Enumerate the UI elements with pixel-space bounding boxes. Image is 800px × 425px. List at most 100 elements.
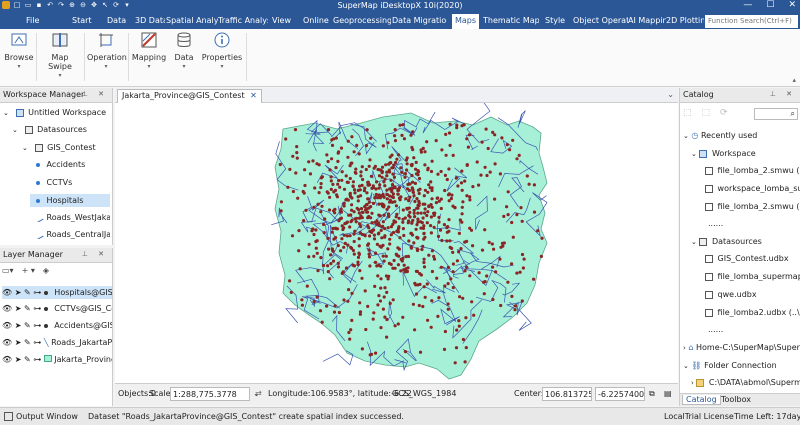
scale-input[interactable]: 1:288,775.3778: [170, 387, 250, 401]
tree-item-datasources-group[interactable]: ⌄ Datasources: [691, 237, 762, 246]
close-icon[interactable]: ✕: [788, 0, 796, 10]
collapse-icon[interactable]: ⌄: [683, 132, 689, 140]
layer-item-roads[interactable]: 👁 ➤ ✎ ⊶ ╲ Roads_JakartaProvince: [2, 338, 112, 347]
copy-icon[interactable]: ⧉: [649, 389, 655, 399]
new-layer-icon[interactable]: ▭▾: [2, 266, 14, 275]
tree-item-accidents[interactable]: Accidents: [36, 160, 85, 169]
editable-icon[interactable]: ✎: [24, 288, 31, 297]
collapse-icon[interactable]: ⌄: [691, 238, 697, 246]
catalog-file-item[interactable]: qwe.udbx: [705, 290, 800, 299]
ribbon-collapse-icon[interactable]: ▴: [792, 76, 796, 84]
visible-eye-icon[interactable]: 👁: [2, 338, 12, 347]
mapping-button[interactable]: Mapping ▾: [131, 31, 167, 70]
layer-item-province[interactable]: 👁 ➤ ✎ ⊶ Jakarta_Province: [2, 355, 112, 364]
snap-icon[interactable]: ⊶: [33, 321, 41, 330]
browse-button[interactable]: Browse ▾: [4, 31, 34, 70]
collapse-icon[interactable]: ⌄: [22, 144, 30, 152]
tree-item-workspace-group[interactable]: ⌄ Workspace: [691, 149, 756, 158]
editable-icon[interactable]: ✎: [24, 338, 31, 347]
tab-start[interactable]: Start: [72, 16, 92, 25]
layer-item-accidents[interactable]: 👁 ➤ ✎ ⊶ Accidents@GIS_Contest: [2, 321, 112, 330]
add-layer-icon[interactable]: + ▾: [22, 266, 35, 275]
operation-button[interactable]: Operation ▾: [87, 31, 127, 70]
editable-icon[interactable]: ✎: [24, 321, 31, 330]
catalog-search-input[interactable]: ⌕: [754, 108, 798, 120]
selectable-icon[interactable]: ➤: [15, 288, 22, 297]
paste-icon[interactable]: ▤: [664, 389, 672, 398]
snap-icon[interactable]: ⊶: [33, 304, 41, 313]
visible-eye-icon[interactable]: 👁: [2, 304, 12, 313]
tree-item-roads-central[interactable]: Roads_CentralJakarta: [34, 230, 110, 239]
map-swipe-button[interactable]: Map Swipe ▾: [39, 31, 81, 79]
selectable-icon[interactable]: ➤: [15, 355, 22, 364]
tree-item-gis-contest[interactable]: ⌄ GIS_Contest: [22, 143, 96, 152]
tab-data-migration[interactable]: Data Migration: [392, 16, 447, 25]
tab-data[interactable]: Data: [107, 16, 126, 25]
tab-object-operations[interactable]: Object Operations: [573, 16, 628, 25]
catalog-file-item[interactable]: workspace_lomba_sup: [705, 184, 800, 193]
snap-icon[interactable]: ⊶: [33, 288, 41, 297]
catalog-file-item[interactable]: file_lomba2.udbx (..\D: [705, 308, 800, 317]
refresh-icon[interactable]: ⟳: [720, 108, 728, 118]
tab-maps[interactable]: Maps: [452, 14, 480, 29]
tree-item-datasources[interactable]: ⌄ Datasources: [12, 125, 87, 134]
catalog-file-item[interactable]: GIS_Contest.udbx: [705, 254, 800, 263]
visible-eye-icon[interactable]: 👁: [2, 355, 12, 364]
tree-item-roads-west[interactable]: Roads_WestJakarta: [34, 213, 110, 222]
tab-traffic-analysis[interactable]: Traffic Analysis: [218, 16, 268, 25]
back-icon[interactable]: ⬚: [683, 108, 692, 118]
output-window-button[interactable]: Output Window: [4, 412, 78, 421]
visible-eye-icon[interactable]: 👁: [2, 288, 12, 297]
collapse-icon[interactable]: ⌄: [12, 126, 20, 134]
catalog-file-item[interactable]: file_lomba_supermap: [705, 272, 800, 281]
tree-item-workspace[interactable]: ⌄ Untitled Workspace: [3, 108, 106, 117]
pin-icon[interactable]: ⊥ ✕: [82, 90, 108, 98]
tab-3d-data[interactable]: 3D Data: [135, 16, 165, 25]
tree-item-home[interactable]: › ⌂ Home-C:\SuperMap\Super: [683, 343, 800, 352]
data-button[interactable]: Data ▾: [170, 31, 198, 70]
tab-2d-plotting[interactable]: 2D Plotting: [666, 16, 704, 25]
tree-item-hospitals[interactable]: Hospitals: [30, 194, 110, 207]
tab-online[interactable]: Online: [303, 16, 329, 25]
minimize-icon[interactable]: —: [743, 0, 752, 10]
layer-item-cctvs[interactable]: 👁 ➤ ✎ ⊶ CCTVs@GIS_Contest: [2, 304, 112, 313]
tab-map-window[interactable]: Jakarta_Province@GIS_Contest ✕: [117, 89, 262, 103]
layer-style-icon[interactable]: ◈: [43, 266, 49, 275]
tab-file[interactable]: File: [26, 16, 39, 25]
catalog-file-item[interactable]: file_lomba_2.smwu (..\: [705, 166, 800, 175]
tab-ai-mapping[interactable]: AI Mapping: [628, 16, 666, 25]
tab-list-chevron-icon[interactable]: ⌄: [667, 90, 674, 99]
pin-icon[interactable]: ⊥ ✕: [82, 250, 108, 258]
expand-icon[interactable]: ›: [683, 344, 686, 352]
selectable-icon[interactable]: ➤: [15, 304, 22, 313]
selectable-icon[interactable]: ➤: [15, 321, 22, 330]
catalog-more-item[interactable]: ......: [708, 325, 723, 334]
tab-view[interactable]: View: [272, 16, 292, 25]
forward-icon[interactable]: ⬚: [702, 108, 711, 118]
map-view[interactable]: [115, 102, 678, 383]
center-x-input[interactable]: 106.81372561: [542, 387, 592, 401]
tab-style[interactable]: Style: [545, 16, 565, 25]
map-canvas[interactable]: [115, 102, 678, 383]
tree-item-cctvs[interactable]: CCTVs: [36, 178, 72, 187]
catalog-more-item[interactable]: ......: [708, 219, 723, 228]
properties-button[interactable]: Properties ▾: [201, 31, 243, 70]
tab-thematic-mapping[interactable]: Thematic Mapping: [483, 16, 539, 25]
visible-eye-icon[interactable]: 👁: [2, 321, 12, 330]
collapse-icon[interactable]: ⌄: [691, 150, 697, 158]
maximize-icon[interactable]: ☐: [766, 0, 774, 10]
tree-item-folder-path[interactable]: › C:\DATA\abmol\Superm: [691, 378, 800, 387]
snap-icon[interactable]: ⊶: [33, 338, 41, 347]
center-y-input[interactable]: -6.225740016: [595, 387, 645, 401]
tab-spatial-analysis[interactable]: Spatial Analysis: [166, 16, 218, 25]
tab-toolbox[interactable]: Toolbox: [718, 395, 754, 404]
editable-icon[interactable]: ✎: [24, 355, 31, 364]
function-search-input[interactable]: Function Search(Ctrl+F): [705, 15, 798, 28]
catalog-file-item[interactable]: file_lomba_2.smwu (..\: [705, 202, 800, 211]
collapse-icon[interactable]: ⌄: [3, 109, 11, 117]
collapse-icon[interactable]: ⌄: [683, 362, 689, 370]
tree-item-recently-used[interactable]: ⌄ ◷ Recently used: [683, 131, 757, 140]
pin-icon[interactable]: ⊥ ✕: [770, 90, 796, 98]
tab-catalog[interactable]: Catalog: [682, 395, 721, 405]
tab-geoprocessing-model[interactable]: Geoprocessing Model: [333, 16, 391, 25]
